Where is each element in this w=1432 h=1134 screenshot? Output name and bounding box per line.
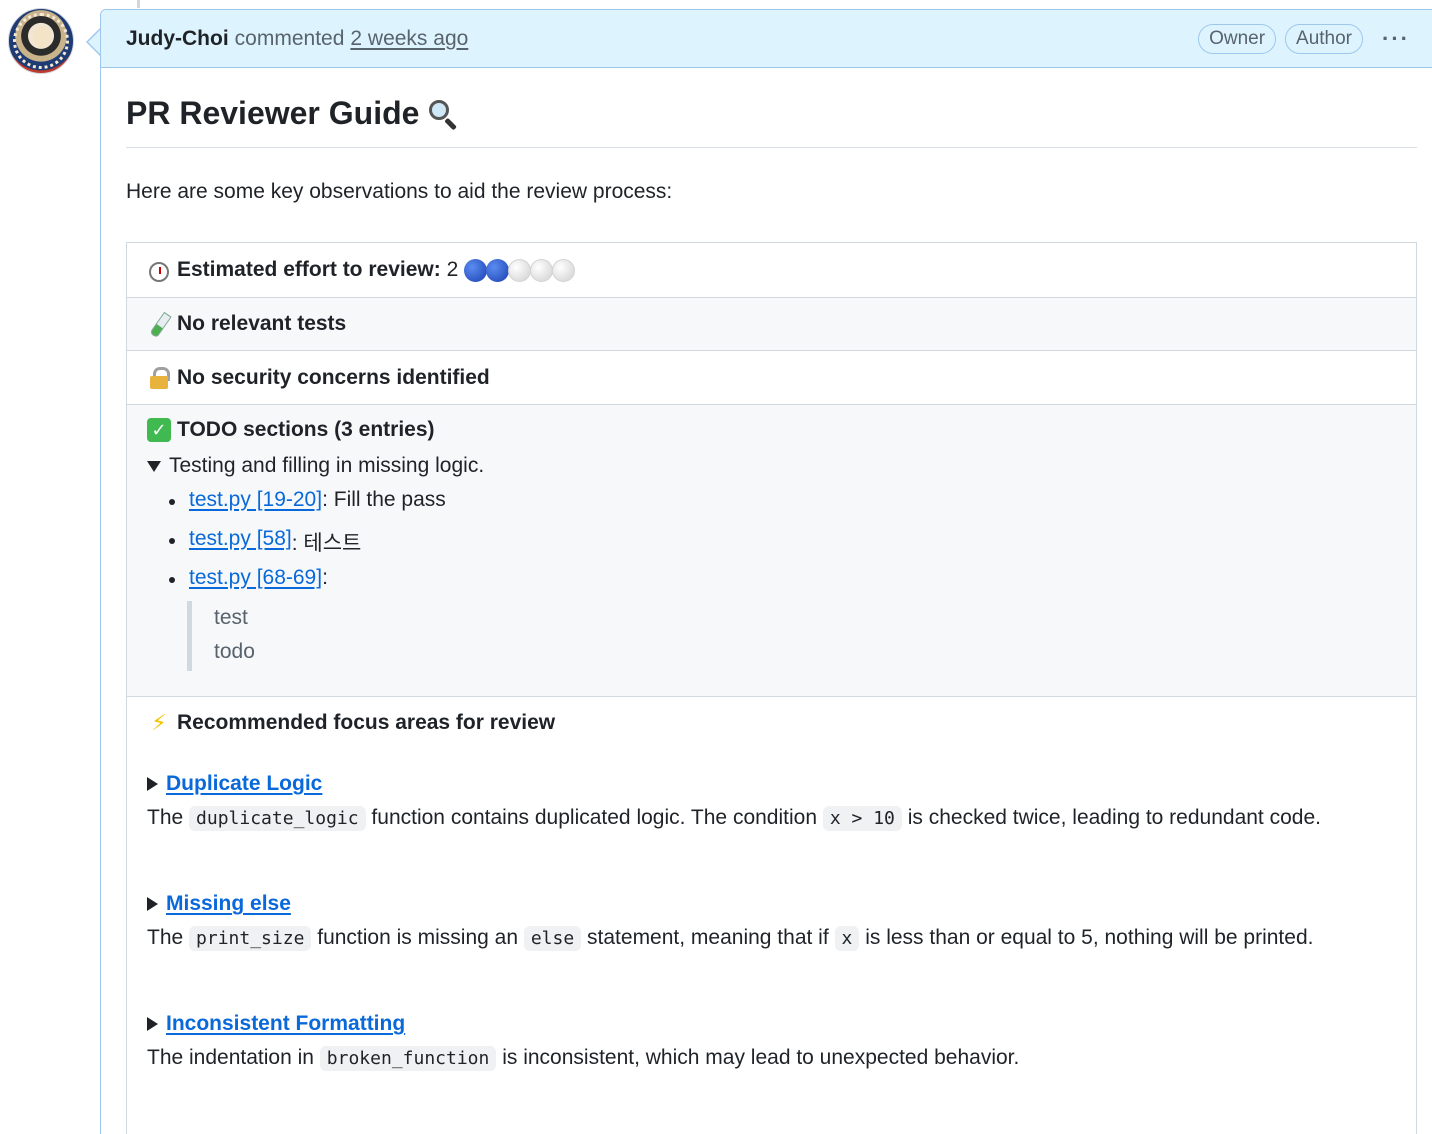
- todo-link-2[interactable]: test.py [58]: [189, 527, 292, 551]
- todo-text-1: : Fill the pass: [322, 488, 446, 511]
- triangle-right-icon: [147, 1017, 158, 1031]
- effort-scale: [464, 258, 576, 282]
- focus-row: ⚡ Recommended focus areas for review Dup…: [126, 696, 1417, 1134]
- comment-timestamp[interactable]: 2 weeks ago: [350, 27, 468, 51]
- owner-badge: Owner: [1198, 24, 1277, 54]
- effort-label: Estimated effort to review: [177, 258, 434, 281]
- focus-link-inconsistent-formatting[interactable]: Inconsistent Formatting: [166, 1012, 405, 1036]
- author-link[interactable]: Judy-Choi: [126, 27, 229, 51]
- inline-code: duplicate_logic: [189, 806, 366, 831]
- focus-toggle-inconsistent-formatting[interactable]: Inconsistent Formatting: [147, 1007, 1396, 1041]
- inline-code: x > 10: [822, 806, 902, 831]
- focus-toggle-duplicate-logic[interactable]: Duplicate Logic: [147, 767, 1396, 801]
- focus-description: The duplicate_logic function contains du…: [147, 806, 1321, 831]
- timeline-line: [137, 0, 140, 8]
- focus-heading: Recommended focus areas for review: [177, 711, 556, 734]
- todo-row: ✓ TODO sections (3 entries) Testing and …: [126, 404, 1417, 697]
- focus-toggle-missing-else[interactable]: Missing else: [147, 887, 1396, 921]
- inline-code: else: [523, 926, 582, 951]
- focus-item: Missing else The print_size function is …: [147, 887, 1396, 955]
- test-tube-icon: [147, 312, 171, 336]
- lightning-icon: ⚡: [151, 710, 167, 735]
- kebab-horizontal-icon[interactable]: ···: [1382, 26, 1410, 52]
- avatar[interactable]: [8, 8, 74, 74]
- quote-line: todo: [214, 640, 255, 663]
- todo-link-3[interactable]: test.py [68-69]: [189, 566, 322, 590]
- page-title: PR Reviewer Guide: [126, 92, 1417, 148]
- quote-line: test: [214, 606, 248, 629]
- todo-text-3: :: [322, 566, 328, 589]
- todo-link-1[interactable]: test.py [19-20]: [189, 488, 322, 512]
- todo-list: test.py [19-20]: Fill the pass test.py […: [165, 484, 1396, 601]
- stopwatch-icon: [149, 261, 169, 282]
- inline-code: broken_function: [319, 1046, 497, 1071]
- effort-dot-filled: [486, 258, 510, 282]
- tests-label: No relevant tests: [177, 312, 347, 335]
- comment-box: Judy-Choi commented 2 weeks ago Owner Au…: [100, 9, 1432, 1134]
- focus-description: The indentation in broken_function is in…: [147, 1046, 1020, 1071]
- inline-code: print_size: [189, 926, 312, 951]
- guide-intro: Here are some key observations to aid th…: [126, 180, 673, 203]
- triangle-down-icon: [147, 460, 161, 472]
- author-badge: Author: [1285, 24, 1364, 54]
- focus-item: Inconsistent Formatting The indentation …: [147, 1007, 1396, 1075]
- effort-dot-empty: [530, 258, 554, 282]
- magnifying-glass-icon: [427, 98, 459, 130]
- security-label: No security concerns identified: [177, 365, 490, 389]
- triangle-right-icon: [147, 897, 158, 911]
- security-row: No security concerns identified: [126, 350, 1417, 405]
- effort-dot-filled: [464, 258, 488, 282]
- review-table: Estimated effort to review: 2 No relevan…: [126, 242, 1417, 1134]
- lock-icon: [147, 366, 171, 390]
- triangle-right-icon: [147, 777, 158, 791]
- comment-action: commented: [234, 26, 345, 50]
- check-mark-icon: ✓: [147, 418, 171, 442]
- list-item: test.py [68-69]:: [165, 562, 1396, 601]
- focus-link-duplicate-logic[interactable]: Duplicate Logic: [166, 772, 322, 796]
- tests-row: No relevant tests: [126, 297, 1417, 351]
- todo-blockquote: test todo: [187, 601, 1396, 671]
- comment-header: Judy-Choi commented 2 weeks ago Owner Au…: [101, 10, 1432, 68]
- todo-heading: TODO sections (3 entries): [177, 418, 435, 441]
- list-item: test.py [58]: 테스트: [165, 523, 1396, 562]
- effort-dot-empty: [508, 258, 532, 282]
- inline-code: x: [834, 926, 860, 951]
- guide-title: PR Reviewer Guide: [126, 95, 420, 131]
- todo-summary-toggle[interactable]: Testing and filling in missing logic.: [147, 454, 1396, 478]
- todo-summary-label: Testing and filling in missing logic.: [169, 454, 485, 477]
- focus-item: Duplicate Logic The duplicate_logic func…: [147, 767, 1396, 835]
- focus-description: The print_size function is missing an el…: [147, 926, 1314, 951]
- effort-value: 2: [446, 258, 459, 281]
- list-item: test.py [19-20]: Fill the pass: [165, 484, 1396, 523]
- focus-link-missing-else[interactable]: Missing else: [166, 892, 291, 916]
- effort-dot-empty: [552, 258, 576, 282]
- effort-row: Estimated effort to review: 2: [126, 242, 1417, 298]
- comment-body: PR Reviewer Guide Here are some key obse…: [126, 92, 1417, 1134]
- todo-text-2: : 테스트: [291, 532, 362, 555]
